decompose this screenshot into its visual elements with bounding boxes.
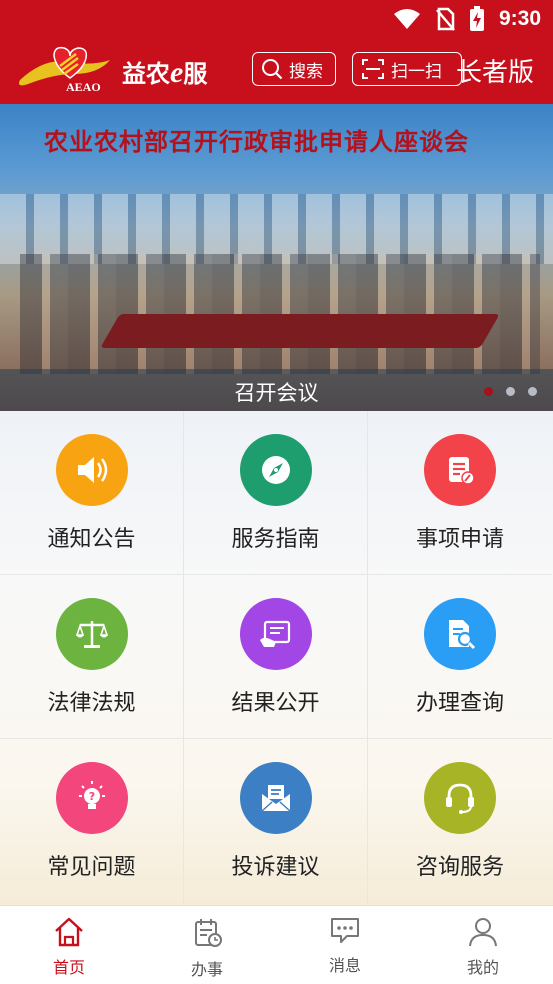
grid-item-label: 法律法规 [47,691,136,716]
scan-button[interactable]: 扫一扫 [352,52,462,86]
grid-item-results-public[interactable]: 结果公开 [184,575,368,739]
grid-item-label: 常见问题 [47,855,136,880]
nav-label: 办事 [190,960,223,979]
no-sim-icon [436,7,455,31]
elder-mode-button[interactable]: 长者版 [456,52,534,89]
brand-suffix: 服 [183,59,208,88]
banner-carousel[interactable]: 农业农村部召开行政审批申请人座谈会 召开会议 [0,104,553,411]
nav-tasks[interactable]: 办事 [138,906,276,984]
home-icon [55,917,83,947]
grid-item-label: 办理查询 [415,691,504,716]
carousel-dot[interactable] [506,387,515,396]
brand-prefix: 益农 [122,59,170,88]
wifi-icon [393,9,420,29]
search-label: 搜索 [289,61,323,82]
grid-item-label: 投诉建议 [231,855,320,880]
grid-item-faq[interactable]: ? 常见问题 [0,739,184,903]
app-brand-title: 益农e服 [122,54,207,90]
status-bar: 9:30 [0,0,553,38]
banner-photo-table [100,314,500,348]
bottom-navigation: 首页 办事 消息 我的 [0,905,553,984]
carousel-indicator [484,387,537,396]
svg-text:?: ? [89,790,95,803]
logo-text: AEAO [66,80,101,94]
nav-label: 消息 [328,956,361,975]
screen-hand-icon [240,598,312,670]
app-header: AEAO 益农e服 搜索 扫一扫 长者版 [0,38,553,104]
grid-item-label: 咨询服务 [415,855,504,880]
headset-icon [424,762,496,834]
speaker-icon [56,434,128,506]
scales-icon [56,598,128,670]
carousel-dot[interactable] [484,387,493,396]
search-button[interactable]: 搜索 [252,52,336,86]
grid-item-consult[interactable]: 咨询服务 [368,739,552,903]
user-icon [469,918,497,947]
document-edit-icon [424,434,496,506]
grid-item-complaint[interactable]: 投诉建议 [184,739,368,903]
grid-item-label: 服务指南 [231,527,320,552]
nav-profile[interactable]: 我的 [414,906,552,984]
search-icon [262,59,283,80]
brand-e: e [170,56,184,89]
scan-label: 扫一扫 [391,61,442,82]
document-search-icon [424,598,496,670]
grid-item-application[interactable]: 事项申请 [368,411,552,575]
grid-item-service-guide[interactable]: 服务指南 [184,411,368,575]
nav-label: 首页 [52,958,85,977]
grid-item-label: 事项申请 [415,527,504,552]
grid-item-label: 结果公开 [231,691,320,716]
grid-item-progress-query[interactable]: 办理查询 [368,575,552,739]
chat-bubble-icon [331,918,359,943]
banner-caption: 召开会议 [234,381,319,405]
service-grid: 通知公告 服务指南 事项申请 法律法规 结果公开 办理查询 ? 常见问题 投诉建… [0,411,553,905]
nav-label: 我的 [466,958,499,977]
compass-icon [240,434,312,506]
grid-item-label: 通知公告 [47,527,136,552]
banner-headline: 农业农村部召开行政审批申请人座谈会 [44,128,469,156]
scan-icon [362,59,384,79]
nav-messages[interactable]: 消息 [276,906,414,984]
nav-home[interactable]: 首页 [0,906,138,984]
envelope-icon [240,762,312,834]
grid-item-laws[interactable]: 法律法规 [0,575,184,739]
carousel-dot[interactable] [528,387,537,396]
battery-charging-icon [469,6,484,31]
banner-caption-bar: 召开会议 [0,369,553,411]
calendar-clock-icon [195,919,222,947]
grid-item-notice[interactable]: 通知公告 [0,411,184,575]
status-time: 9:30 [498,7,541,30]
lightbulb-question-icon: ? [56,762,128,834]
